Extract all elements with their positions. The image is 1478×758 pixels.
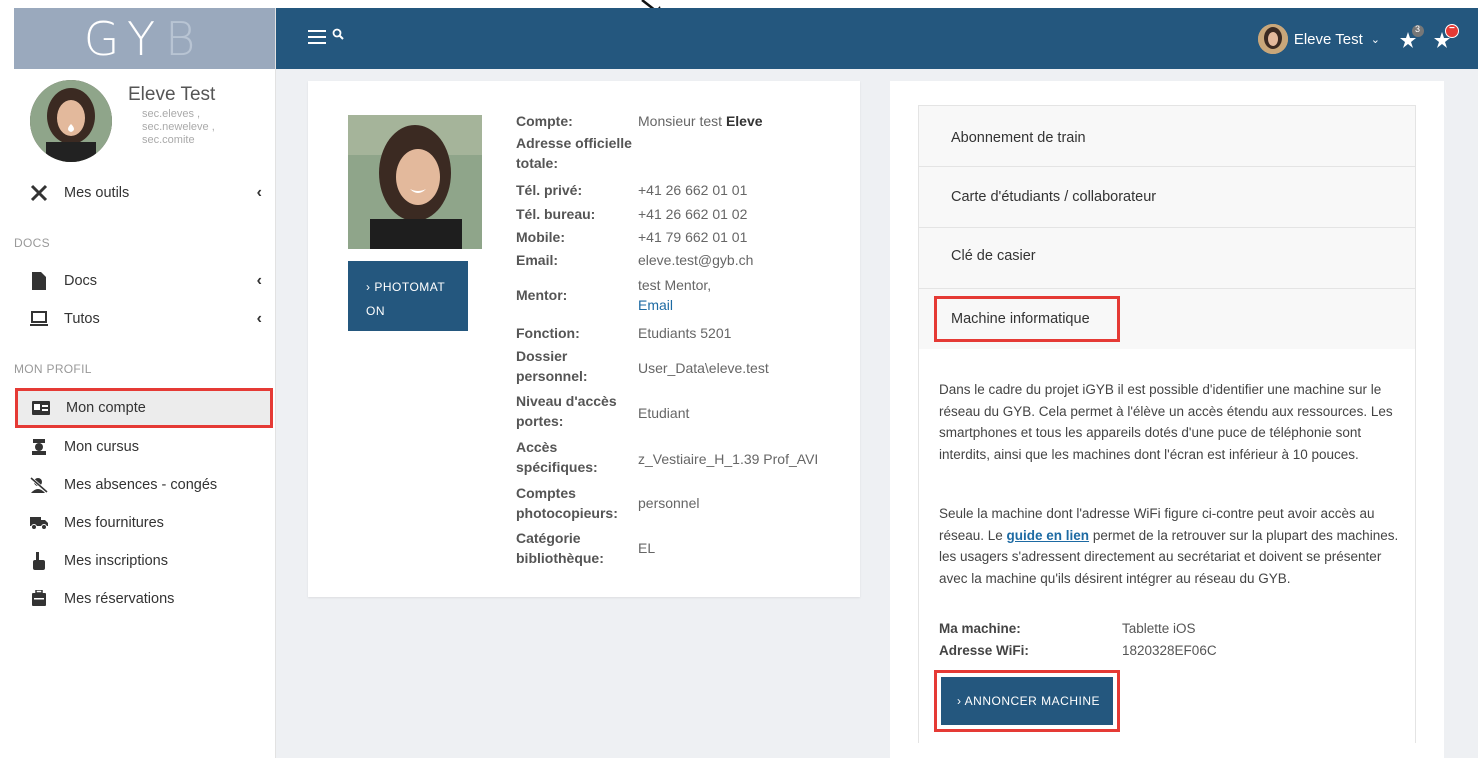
machine-description: Dans le cadre du projet iGYB il est poss… [939,382,1393,462]
chevron-left-icon: ‹ [256,184,262,201]
sidebar-item-label: Mes absences - congés [64,477,218,493]
id-card-icon [32,401,50,415]
user-profile: Eleve Test sec.eleves , sec.neweleve , s… [30,80,270,170]
user-name: Eleve Test [128,84,216,105]
sidebar-item-mon-cursus[interactable]: Mon cursus [14,428,276,466]
sidebar-item-absences[interactable]: Mes absences - congés [14,466,276,504]
document-icon [30,272,48,290]
alerts-star-icon[interactable]: − [1434,23,1460,53]
accordion-item-machine[interactable]: Machine informatique [918,288,1416,350]
section-profile: MON PROFIL [14,362,92,376]
chevron-left-icon: ‹ [256,310,262,327]
hand-pointer-icon [30,552,48,570]
avatar [1257,24,1288,54]
accordion-item-carte[interactable]: Carte d'étudiants / collaborateur [918,166,1416,228]
user-slash-icon [30,477,48,493]
account-card: › PHOTOMAT ON Compte: Monsieur test Elev… [308,81,860,597]
truck-icon [30,516,48,530]
user-groups: sec.eleves , sec.neweleve , sec.comite [142,108,215,146]
tools-icon [30,184,48,202]
sidebar-item-tutos[interactable]: Tutos ‹ [14,300,276,338]
user-menu-label: Eleve Test [1293,30,1363,48]
notification-count: 3 [1415,24,1421,34]
sidebar-item-tools[interactable]: Mes outils ‹ [14,174,276,212]
sidebar-item-inscriptions[interactable]: Mes inscriptions [14,542,276,580]
sidebar-item-reservations[interactable]: Mes réservations [14,580,276,618]
sidebar-item-fournitures[interactable]: Mes fournitures [14,504,276,542]
sidebar-item-docs[interactable]: Docs ‹ [14,262,276,300]
sidebar-item-label: Mes fournitures [64,515,164,531]
sidebar-item-label: Mon compte [66,400,146,416]
section-docs: DOCS [14,236,50,250]
wifi-instructions: Seule la machine dont l'adresse WiFi fig… [939,506,1399,586]
sidebar-item-label: Mes inscriptions [64,553,168,569]
top-bar: Eleve Test ⌄ 3 − [276,8,1478,69]
sidebar: GYB Eleve Test sec.eleves , sec.neweleve… [14,8,276,758]
chevron-down-icon: ⌄ [1370,33,1380,46]
accordion-item-train[interactable]: Abonnement de train [918,105,1416,167]
chevron-left-icon: ‹ [256,272,262,289]
profile-photo [348,115,482,249]
user-menu[interactable]: Eleve Test ⌄ [1257,24,1380,54]
graduate-icon [30,439,48,455]
logo[interactable]: GYB [14,8,275,69]
guide-link[interactable]: guide en lien [1007,528,1090,543]
sidebar-item-label: Mes outils [64,185,130,201]
main-content: › PHOTOMAT ON Compte: Monsieur test Elev… [276,69,1478,758]
sidebar-item-label: Docs [64,273,98,289]
mentor-email-link[interactable]: Email [638,295,858,315]
accordion-item-casier[interactable]: Clé de casier [918,227,1416,289]
sidebar-item-label: Mon cursus [64,439,139,455]
hamburger-menu-icon[interactable] [308,30,326,44]
sidebar-item-label: Mes réservations [64,591,175,607]
photomaton-button[interactable]: › PHOTOMAT ON [348,261,468,331]
services-card: Abonnement de train Carte d'étudiants / … [890,81,1444,758]
search-icon[interactable] [332,28,344,40]
alert-badge: − [1449,23,1455,34]
announce-machine-button[interactable]: › ANNONCER MACHINE [941,677,1113,725]
accordion-body-machine: Dans le cadre du projet iGYB il est poss… [918,349,1416,743]
avatar [30,80,112,162]
laptop-icon [30,311,48,327]
suitcase-icon [30,590,48,608]
notifications-star-icon[interactable]: 3 [1400,24,1426,53]
sidebar-item-label: Tutos [64,311,100,327]
sidebar-item-mon-compte[interactable]: Mon compte [15,388,273,428]
